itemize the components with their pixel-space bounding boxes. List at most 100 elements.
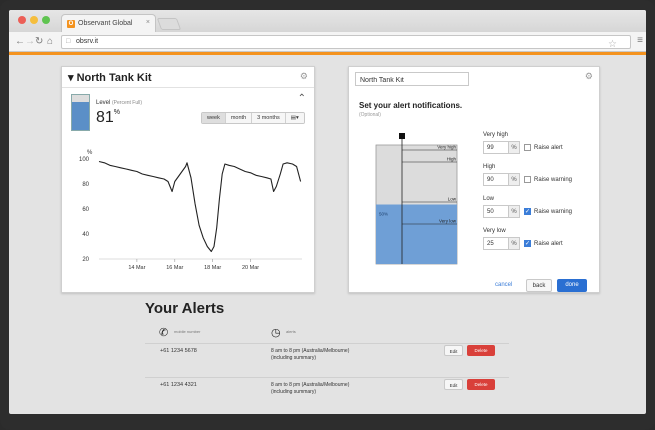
checkbox-label: Raise alert <box>534 144 563 151</box>
reload-icon[interactable]: ↻ <box>35 36 43 47</box>
browser-menu-icon[interactable]: ≡ <box>637 35 643 46</box>
raise-alert-checkbox[interactable] <box>524 144 531 151</box>
percent-addon: % <box>509 205 520 218</box>
threshold-low: Low 50 % ✓ Raise warning <box>483 196 593 218</box>
tab-title: Observant Global <box>78 20 133 27</box>
threshold-line-label: Very low <box>439 219 457 224</box>
y-tick-label: 60 <box>82 207 89 213</box>
threshold-input[interactable]: 50 <box>483 205 509 218</box>
range-week-button[interactable]: week <box>202 113 225 123</box>
level-sublabel: (Percent Full) <box>112 100 143 106</box>
alert-schedule: 8 am to 8 pm (Australia/Melbourne) (incl… <box>271 382 349 396</box>
level-chart: %100 80 60 40 20 14 Mar 16 Mar 18 Mar 20 Mar <box>79 150 302 271</box>
delete-button[interactable]: Delete <box>467 379 495 390</box>
y-axis-label: % <box>87 150 93 156</box>
back-button[interactable]: back <box>526 279 552 292</box>
collapse-chevron-icon[interactable]: ⌃ <box>298 93 306 104</box>
bar-chart-icon[interactable]: ▤▾ <box>284 113 304 123</box>
minimize-window-button[interactable] <box>30 16 38 24</box>
raise-warning-checkbox[interactable]: ✓ <box>524 208 531 215</box>
range-month-button[interactable]: month <box>224 113 252 123</box>
threshold-high: High 90 % Raise warning <box>483 164 593 186</box>
raise-warning-checkbox[interactable] <box>524 176 531 183</box>
y-tick-label: 40 <box>82 232 89 238</box>
new-tab-button[interactable] <box>156 18 182 30</box>
forward-arrow-icon[interactable]: → <box>25 36 35 47</box>
edit-button[interactable]: Edit <box>444 345 463 356</box>
tank-sensor-icon <box>399 133 405 139</box>
clock-icon: ◷ <box>271 327 281 339</box>
threshold-line-label: Low <box>448 197 457 202</box>
time-column-label: alerts <box>286 329 296 334</box>
level-label-text: Level <box>96 100 111 106</box>
level-value: 81% <box>96 109 120 127</box>
level-gauge <box>71 94 90 131</box>
tank-level-card: ▾ North Tank Kit ⚙ ⌃ Level (Percent Full… <box>61 66 315 293</box>
x-tick-label: 14 Mar <box>128 265 145 271</box>
threshold-label: High <box>483 164 496 170</box>
alert-row: +61 1234 4321 8 am to 8 pm (Australia/Me… <box>145 378 509 408</box>
percent-addon: % <box>509 173 520 186</box>
threshold-label: Very low <box>483 228 506 234</box>
threshold-label: Low <box>483 196 495 202</box>
page-icon: □ <box>66 38 71 45</box>
level-gauge-fill <box>72 101 89 130</box>
phone-icon: ✆ <box>159 327 169 339</box>
checkbox-label: Raise warning <box>534 208 573 215</box>
tab-close-icon[interactable]: × <box>146 19 150 26</box>
alert-time: 8 am to 8 pm (Australia/Melbourne) <box>271 348 350 354</box>
done-button[interactable]: done <box>557 279 587 292</box>
level-label: Level (Percent Full) <box>96 100 142 106</box>
raise-alert-checkbox[interactable]: ✓ <box>524 240 531 247</box>
browser-tab[interactable]: O Observant Global × <box>61 14 156 32</box>
threshold-very-low: Very low 25 % ✓ Raise alert <box>483 228 593 250</box>
x-tick-label: 16 Mar <box>166 265 183 271</box>
threshold-input[interactable]: 90 <box>483 173 509 186</box>
card-title-text: North Tank Kit <box>76 72 152 84</box>
checkbox-label: Raise alert <box>534 240 563 247</box>
gear-icon[interactable]: ⚙ <box>300 71 308 82</box>
accent-bar <box>9 52 646 55</box>
y-tick-label: 100 <box>79 157 90 163</box>
threshold-very-high: Very high 99 % Raise alert <box>483 132 593 154</box>
alerts-heading: Your Alerts <box>145 300 225 317</box>
threshold-input[interactable]: 25 <box>483 237 509 250</box>
url-text: obsrv.it <box>76 38 99 45</box>
threshold-line-label: High <box>447 157 457 162</box>
phone-column-label: mobile number <box>174 329 201 334</box>
alert-schedule: 8 am to 8 pm (Australia/Melbourne) (incl… <box>271 348 349 362</box>
y-tick-label: 80 <box>82 182 89 188</box>
card-title[interactable]: ▾ North Tank Kit <box>68 71 152 84</box>
close-window-button[interactable] <box>18 16 26 24</box>
threshold-input[interactable]: 99 <box>483 141 509 154</box>
percent-addon: % <box>509 237 520 250</box>
percent-addon: % <box>509 141 520 154</box>
time-column-header: ◷ alerts <box>271 323 296 341</box>
threshold-line-label: Very high <box>437 145 456 150</box>
alert-settings-card: ⚙ Set your alert notifications. (Optiona… <box>348 66 600 293</box>
level-value-number: 81 <box>96 109 114 126</box>
alert-summary: (including summary) <box>271 389 317 395</box>
y-tick-label: 20 <box>82 257 89 263</box>
alert-summary: (including summary) <box>271 355 317 361</box>
browser-toolbar: ← → ↻ ⌂ □ obsrv.it ☆ ≡ <box>9 32 646 52</box>
back-arrow-icon[interactable]: ← <box>15 36 25 47</box>
alert-time: 8 am to 8 pm (Australia/Melbourne) <box>271 382 350 388</box>
checkbox-label: Raise warning <box>534 176 573 183</box>
edit-button[interactable]: Edit <box>444 379 463 390</box>
delete-button[interactable]: Delete <box>467 345 495 356</box>
alert-phone: +61 1234 5678 <box>160 348 197 354</box>
maximize-window-button[interactable] <box>42 16 50 24</box>
range-3months-button[interactable]: 3 months <box>251 113 285 123</box>
range-selector: week month 3 months ▤▾ <box>201 112 305 124</box>
browser-window: O Observant Global × ← → ↻ ⌂ □ obsrv.it … <box>9 10 646 414</box>
bookmark-star-icon[interactable]: ☆ <box>608 39 617 50</box>
alert-phone: +61 1234 4321 <box>160 382 197 388</box>
threshold-label: Very high <box>483 132 509 138</box>
alert-row: +61 1234 5678 8 am to 8 pm (Australia/Me… <box>145 344 509 374</box>
home-icon[interactable]: ⌂ <box>47 36 53 47</box>
cancel-link[interactable]: cancel <box>495 282 512 288</box>
address-bar[interactable]: □ obsrv.it ☆ <box>61 35 631 50</box>
tank-level-text: 50% <box>379 212 388 217</box>
divider <box>62 87 314 88</box>
